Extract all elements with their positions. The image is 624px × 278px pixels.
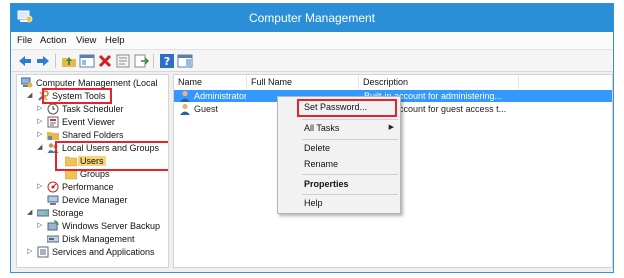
column-header-description[interactable]: Description: [359, 75, 519, 89]
user-icon: [179, 103, 191, 115]
menu-view[interactable]: View: [76, 35, 96, 46]
menu-item-rename[interactable]: Rename: [278, 157, 400, 172]
collapse-icon[interactable]: ◢: [27, 91, 35, 99]
performance-icon: [47, 181, 59, 193]
context-menu: Set Password... All Tasks ▶ Delete Renam…: [277, 96, 401, 214]
window-title: Computer Management: [248, 11, 376, 25]
clock-icon: [47, 103, 59, 115]
computer-management-icon: [20, 77, 33, 89]
properties-icon[interactable]: [115, 53, 131, 69]
user-icon: [179, 90, 191, 102]
menu-help[interactable]: Help: [105, 35, 125, 46]
toolbar-separator: [55, 54, 56, 68]
menu-bar: File Action View Help: [11, 32, 613, 50]
menu-item-help[interactable]: Help: [278, 196, 400, 211]
menu-file[interactable]: File: [17, 35, 32, 46]
storage-icon: [36, 207, 50, 219]
expand-icon[interactable]: ▷: [37, 130, 45, 138]
device-manager-icon: [47, 194, 59, 206]
up-folder-icon[interactable]: [61, 53, 77, 69]
disk-management-icon: [46, 233, 60, 245]
toolbar: ?: [11, 50, 613, 72]
highlight-set-password: [297, 99, 397, 117]
expand-icon[interactable]: ▷: [37, 182, 45, 190]
backup-icon: [47, 220, 59, 232]
back-arrow-icon[interactable]: [17, 53, 33, 69]
menu-action[interactable]: Action: [40, 35, 66, 46]
collapse-icon[interactable]: ◢: [37, 143, 45, 151]
services-icon: [37, 246, 49, 258]
expand-icon[interactable]: ▷: [27, 247, 35, 255]
expand-icon[interactable]: ▷: [37, 221, 45, 229]
submenu-arrow-icon: ▶: [388, 124, 394, 131]
expand-icon[interactable]: ▷: [37, 117, 45, 125]
column-header-name[interactable]: Name: [174, 75, 247, 89]
menu-divider: [302, 119, 398, 120]
menu-divider: [302, 139, 398, 140]
column-header-full-name[interactable]: Full Name: [247, 75, 359, 89]
delete-icon[interactable]: [97, 53, 113, 69]
event-viewer-icon: [47, 116, 59, 128]
menu-item-properties[interactable]: Properties: [278, 177, 400, 192]
computer-management-window: Computer Management File Action View Hel…: [10, 3, 614, 273]
menu-divider: [302, 174, 398, 175]
forward-arrow-icon[interactable]: [35, 53, 51, 69]
expand-icon[interactable]: ▷: [37, 104, 45, 112]
show-hide-tree-icon[interactable]: [79, 53, 95, 69]
menu-item-all-tasks[interactable]: All Tasks ▶: [278, 121, 400, 136]
highlight-local-users-groups: [55, 141, 168, 171]
svg-text:?: ?: [164, 55, 170, 68]
shared-folder-icon: [47, 129, 59, 141]
help-icon[interactable]: ?: [159, 53, 175, 69]
highlight-system-tools: [42, 88, 112, 104]
console-tree: Computer Management (Local ◢ System Tool…: [16, 74, 169, 268]
cell-name: Guest: [194, 104, 219, 114]
toolbar-separator: [153, 54, 154, 68]
cell-name: Administrator: [194, 91, 246, 101]
export-icon[interactable]: [133, 53, 149, 69]
menu-item-delete[interactable]: Delete: [278, 141, 400, 156]
action-pane-icon[interactable]: [177, 53, 193, 69]
collapse-icon[interactable]: ◢: [27, 208, 35, 216]
title-bar: Computer Management: [11, 4, 613, 32]
menu-divider: [302, 194, 398, 195]
